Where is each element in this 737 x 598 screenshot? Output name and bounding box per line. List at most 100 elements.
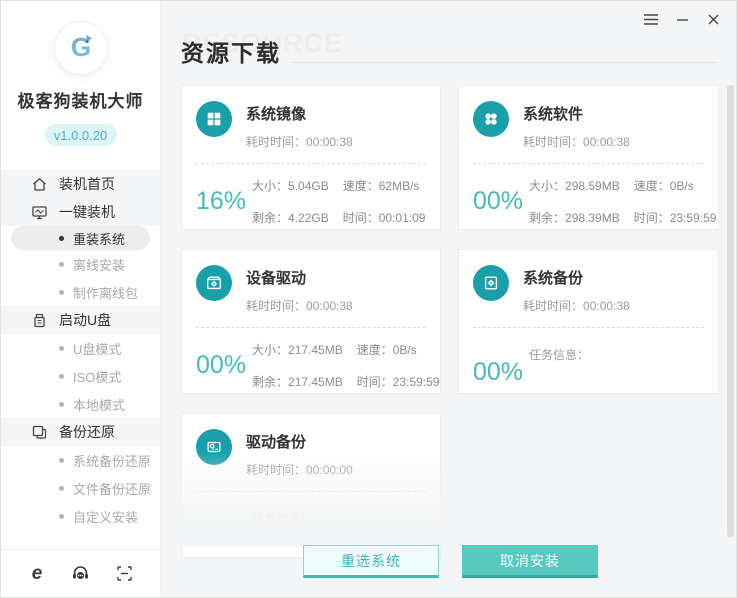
card-title: 系统镜像 xyxy=(246,106,307,123)
dog-g-logo-icon: G xyxy=(70,32,92,62)
bullet-icon xyxy=(59,235,64,241)
sidebar-footer: e xyxy=(1,549,160,597)
sidebar-item-backup-restore[interactable]: 备份还原 xyxy=(1,418,160,446)
card-title: 驱动备份 xyxy=(246,434,307,451)
sidebar-item-offline-install[interactable]: 离线安装 xyxy=(1,250,160,278)
download-stats: 大小：298.59MB 速度：0B/s 剩余：298.39MB 时间：23:59… xyxy=(529,177,716,226)
bullet-icon xyxy=(59,401,64,407)
sidebar-item-local-mode[interactable]: 本地模式 xyxy=(1,390,160,418)
sidebar-item-label: 文件备份还原 xyxy=(73,481,152,497)
stat-size: 大小：5.04GB xyxy=(252,179,329,193)
backup-restore-icon xyxy=(31,424,48,441)
support-headset-icon[interactable] xyxy=(71,564,91,584)
bullet-icon xyxy=(59,289,64,295)
hdd-icon xyxy=(196,429,232,465)
card-system-software: 系统软件 耗时时间：00:00:38 00% 大小：298.59MB 速度：0B… xyxy=(458,85,719,230)
task-info: 任务信息： xyxy=(252,512,313,526)
scrollbar[interactable] xyxy=(727,85,734,537)
sidebar-item-label: 重装系统 xyxy=(73,231,126,247)
progress-percent: 100% xyxy=(196,522,260,550)
sidebar-item-onekey-install[interactable]: 一键装机 xyxy=(1,198,160,226)
close-icon[interactable] xyxy=(706,12,720,26)
page-title: 资源下载 xyxy=(181,40,281,66)
menu-icon[interactable] xyxy=(644,12,658,26)
bullet-icon xyxy=(59,345,64,351)
apps-icon xyxy=(473,101,509,137)
monitor-icon xyxy=(31,204,48,221)
app-name: 极客狗装机大师 xyxy=(17,92,144,111)
stat-remaining: 剩余：217.45MB xyxy=(252,375,343,389)
download-stats: 大小：5.04GB 速度：62MB/s 剩余：4.22GB 时间：00:01:0… xyxy=(252,177,425,226)
action-buttons: 重选系统 取消安装 xyxy=(303,545,598,578)
download-cards: 系统镜像 耗时时间：00:00:38 16% 大小：5.04GB 速度：62MB… xyxy=(181,85,719,558)
stat-remaining: 剩余：298.39MB xyxy=(529,211,620,225)
card-system-image: 系统镜像 耗时时间：00:00:38 16% 大小：5.04GB 速度：62MB… xyxy=(181,85,441,230)
bullet-icon xyxy=(59,457,64,463)
stat-size: 大小：298.59MB xyxy=(529,179,620,193)
sidebar-item-label: 本地模式 xyxy=(73,397,126,413)
home-icon xyxy=(31,176,48,193)
card-title: 设备驱动 xyxy=(246,270,307,287)
card-system-backup: 系统备份 耗时时间：00:00:38 00% 任务信息： xyxy=(458,249,719,394)
task-info: 任务信息： xyxy=(529,348,590,362)
sidebar-item-home[interactable]: 装机首页 xyxy=(1,170,160,198)
sidebar-item-system-backup-restore[interactable]: 系统备份还原 xyxy=(1,446,160,474)
usb-icon xyxy=(31,312,48,329)
window-controls xyxy=(644,12,720,26)
reselect-system-button[interactable]: 重选系统 xyxy=(303,545,439,578)
title-underline xyxy=(291,62,718,63)
sidebar: G 极客狗装机大师 v1.0.0.20 装机首页 一键装机 重装系统 离线安装 … xyxy=(1,1,161,597)
stat-time: 时间：00:01:09 xyxy=(342,211,426,225)
sidebar-item-label: 离线安装 xyxy=(73,257,126,273)
sidebar-item-usb-mode[interactable]: U盘模式 xyxy=(1,334,160,362)
stat-time: 时间：23:59:59 xyxy=(633,211,717,225)
sidebar-item-label: 制作离线包 xyxy=(73,285,139,301)
sidebar-item-label: U盘模式 xyxy=(73,341,122,357)
bullet-icon xyxy=(59,513,64,519)
sidebar-item-label: ISO模式 xyxy=(73,369,122,385)
progress-percent: 00% xyxy=(473,187,524,215)
main-area: RESOURCE 资源下载 系统镜像 耗时时间：00:00:38 16% 大小：… xyxy=(161,1,736,597)
driver-box-icon xyxy=(196,265,232,301)
sidebar-item-label: 一键装机 xyxy=(59,204,115,220)
download-stats: 大小：217.45MB 速度：0B/s 剩余：217.45MB 时间：23:59… xyxy=(252,341,439,390)
sidebar-item-label: 自定义安装 xyxy=(73,509,139,525)
stat-size: 大小：217.45MB xyxy=(252,343,343,357)
bullet-icon xyxy=(59,373,64,379)
elapsed-time: 耗时时间：00:00:38 xyxy=(523,135,630,149)
sidebar-item-label: 装机首页 xyxy=(59,176,115,192)
sidebar-item-file-backup-restore[interactable]: 文件备份还原 xyxy=(1,474,160,502)
stat-remaining: 剩余：4.22GB xyxy=(252,211,329,225)
version-badge: v1.0.0.20 xyxy=(44,124,117,146)
progress-percent: 16% xyxy=(196,187,247,215)
card-driver-backup: 驱动备份 耗时时间：00:00:00 100% 任务信息： xyxy=(181,413,441,558)
app-window: G 极客狗装机大师 v1.0.0.20 装机首页 一键装机 重装系统 离线安装 … xyxy=(0,0,737,598)
card-title: 系统备份 xyxy=(523,270,584,287)
stat-speed: 速度：0B/s xyxy=(356,343,417,357)
sidebar-item-iso-mode[interactable]: ISO模式 xyxy=(1,362,160,390)
sidebar-item-custom-install[interactable]: 自定义安装 xyxy=(1,502,160,530)
app-logo: G xyxy=(53,21,108,75)
card-device-driver: 设备驱动 耗时时间：00:00:38 00% 大小：217.45MB 速度：0B… xyxy=(181,249,441,394)
elapsed-time: 耗时时间：00:00:38 xyxy=(246,135,353,149)
windows-icon xyxy=(196,101,232,137)
stat-speed: 速度：62MB/s xyxy=(342,179,420,193)
elapsed-time: 耗时时间：00:00:38 xyxy=(246,299,353,313)
elapsed-time: 耗时时间：00:00:00 xyxy=(246,463,353,477)
sidebar-menu: 装机首页 一键装机 重装系统 离线安装 制作离线包 启动U盘 U盘模式 ISO模… xyxy=(1,170,160,530)
bullet-icon xyxy=(59,485,64,491)
sidebar-item-reinstall-system[interactable]: 重装系统 xyxy=(11,226,150,250)
safe-gear-icon xyxy=(473,265,509,301)
sidebar-item-label: 备份还原 xyxy=(59,424,115,440)
sidebar-item-boot-usb[interactable]: 启动U盘 xyxy=(1,306,160,334)
stat-speed: 速度：0B/s xyxy=(633,179,694,193)
sidebar-item-make-offline-package[interactable]: 制作离线包 xyxy=(1,278,160,306)
scan-icon[interactable] xyxy=(114,564,134,584)
elapsed-time: 耗时时间：00:00:38 xyxy=(523,299,630,313)
minimize-icon[interactable] xyxy=(675,12,689,26)
bullet-icon xyxy=(59,261,64,267)
card-title: 系统软件 xyxy=(523,106,584,123)
cancel-install-button[interactable]: 取消安装 xyxy=(462,545,598,578)
browser-icon[interactable]: e xyxy=(27,564,47,584)
progress-percent: 00% xyxy=(473,358,524,386)
